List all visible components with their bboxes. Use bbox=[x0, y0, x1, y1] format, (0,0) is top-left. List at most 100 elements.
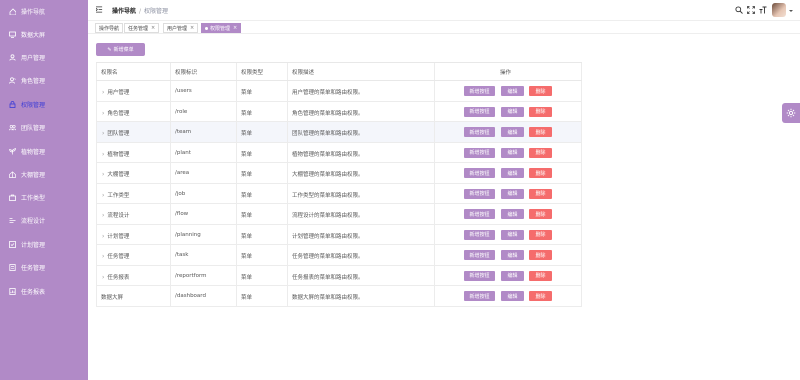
chevron-right-icon[interactable]: › bbox=[102, 110, 104, 117]
column-divider bbox=[170, 286, 171, 306]
sidebar-item[interactable]: 计划管理 bbox=[0, 233, 88, 256]
add-button-button[interactable]: 新增按钮 bbox=[464, 209, 495, 219]
chevron-right-icon[interactable]: › bbox=[102, 130, 104, 137]
column-divider bbox=[96, 183, 97, 203]
cell-type: 菜单 bbox=[241, 172, 253, 178]
sidebar-item[interactable]: 用户管理 bbox=[0, 46, 88, 69]
column-divider bbox=[287, 101, 288, 121]
breadcrumb-item[interactable]: 操作导航 bbox=[112, 8, 136, 15]
sidebar-item[interactable]: 植物管理 bbox=[0, 140, 88, 163]
edit-button[interactable]: 编辑 bbox=[501, 291, 524, 301]
edit-button[interactable]: 编辑 bbox=[501, 270, 524, 281]
chevron-right-icon[interactable]: › bbox=[102, 233, 104, 240]
cell-type: 菜单 bbox=[241, 254, 253, 260]
delete-button[interactable]: 删除 bbox=[529, 147, 552, 158]
delete-button[interactable]: 删除 bbox=[529, 86, 552, 96]
monitor-icon bbox=[8, 31, 16, 39]
delete-button[interactable]: 删除 bbox=[529, 188, 552, 199]
tag-label: 任务管理 bbox=[128, 25, 149, 32]
edit-button[interactable]: 编辑 bbox=[501, 168, 524, 178]
chevron-right-icon[interactable]: › bbox=[102, 151, 104, 158]
tag-item[interactable]: 权限管理 × bbox=[201, 23, 242, 33]
column-divider bbox=[434, 81, 435, 101]
avatar[interactable] bbox=[772, 3, 786, 17]
edit-button[interactable]: 编辑 bbox=[501, 250, 524, 260]
font-size-icon[interactable] bbox=[759, 6, 767, 14]
column-divider bbox=[581, 224, 582, 244]
add-button-button[interactable]: 新增按钮 bbox=[464, 291, 495, 301]
column-header-name: 权限名 bbox=[101, 70, 118, 76]
sidebar-item[interactable]: 大棚管理 bbox=[0, 163, 88, 186]
edit-button[interactable]: 编辑 bbox=[501, 229, 524, 240]
delete-button[interactable]: 删除 bbox=[529, 291, 552, 301]
breadcrumb: 操作导航 / 权限管理 bbox=[112, 6, 168, 15]
add-button-button[interactable]: 新增按钮 bbox=[464, 250, 495, 260]
sidebar-item[interactable]: 权限管理 bbox=[0, 93, 88, 116]
table-row: › 计划管理/planning 菜单 计划管理的菜单和路由权限。 新增按钮 编辑 删除 bbox=[96, 224, 582, 245]
sidebar-item[interactable]: 任务报表 bbox=[0, 280, 88, 303]
chevron-right-icon[interactable]: › bbox=[102, 192, 104, 199]
edit-button[interactable]: 编辑 bbox=[501, 86, 524, 96]
cell-desc: 用户管理的菜单和路由权限。 bbox=[292, 90, 364, 96]
add-button-button[interactable]: 新增按钮 bbox=[464, 147, 495, 158]
column-divider bbox=[434, 204, 435, 224]
sidebar-item-label: 权限管理 bbox=[21, 102, 46, 109]
sidebar-item[interactable]: 工作类型 bbox=[0, 186, 88, 209]
column-divider bbox=[236, 245, 237, 265]
settings-button[interactable] bbox=[782, 103, 800, 123]
sidebar-item[interactable]: 团队管理 bbox=[0, 116, 88, 139]
chevron-right-icon[interactable]: › bbox=[102, 89, 104, 96]
delete-button[interactable]: 删除 bbox=[529, 229, 552, 240]
sidebar-item-label: 数据大屏 bbox=[21, 32, 46, 39]
edit-button[interactable]: 编辑 bbox=[501, 209, 524, 219]
column-divider bbox=[236, 163, 237, 183]
home-icon bbox=[8, 8, 16, 16]
sidebar-item[interactable]: 任务管理 bbox=[0, 256, 88, 279]
add-button-button[interactable]: 新增按钮 bbox=[464, 168, 495, 178]
edit-icon: ✎ bbox=[107, 46, 112, 53]
edit-button[interactable]: 编辑 bbox=[501, 106, 524, 117]
search-icon[interactable] bbox=[735, 6, 743, 14]
chevron-down-icon[interactable] bbox=[789, 10, 793, 12]
menu-toggle-icon[interactable] bbox=[96, 6, 103, 13]
add-menu-button[interactable]: ✎ 新增菜单 bbox=[96, 43, 145, 56]
cell-type: 菜单 bbox=[241, 295, 253, 301]
add-button-button[interactable]: 新增按钮 bbox=[464, 270, 495, 281]
delete-button[interactable]: 删除 bbox=[529, 209, 552, 219]
edit-button[interactable]: 编辑 bbox=[501, 147, 524, 158]
cell-key: /job bbox=[175, 190, 186, 197]
sidebar-item[interactable]: 操作导航 bbox=[0, 0, 88, 23]
delete-button[interactable]: 删除 bbox=[529, 106, 552, 117]
close-icon[interactable]: × bbox=[190, 25, 194, 31]
permission-name: 植物管理 bbox=[107, 151, 130, 158]
delete-button[interactable]: 删除 bbox=[529, 127, 552, 137]
edit-button[interactable]: 编辑 bbox=[501, 127, 524, 137]
tag-item[interactable]: 用户管理 × bbox=[163, 23, 199, 33]
sidebar-item[interactable]: 角色管理 bbox=[0, 69, 88, 92]
sidebar-item[interactable]: 数据大屏 bbox=[0, 23, 88, 46]
tags-view: 操作导航 任务管理 × 用户管理 × 权限管理 × bbox=[88, 20, 800, 34]
chevron-right-icon[interactable]: › bbox=[102, 253, 104, 260]
close-icon[interactable]: × bbox=[233, 25, 237, 31]
column-divider bbox=[434, 224, 435, 244]
sidebar-item-label: 任务管理 bbox=[21, 265, 46, 272]
delete-button[interactable]: 删除 bbox=[529, 168, 552, 178]
add-button-button[interactable]: 新增按钮 bbox=[464, 106, 495, 117]
delete-button[interactable]: 删除 bbox=[529, 250, 552, 260]
chevron-right-icon[interactable]: › bbox=[102, 274, 104, 281]
edit-button[interactable]: 编辑 bbox=[501, 188, 524, 199]
delete-button[interactable]: 删除 bbox=[529, 270, 552, 281]
sidebar-item[interactable]: 流程设计 bbox=[0, 209, 88, 232]
chevron-right-icon[interactable]: › bbox=[102, 212, 104, 219]
team-icon bbox=[8, 124, 16, 132]
add-button-button[interactable]: 新增按钮 bbox=[464, 127, 495, 137]
close-icon[interactable]: × bbox=[151, 25, 155, 31]
add-button-button[interactable]: 新增按钮 bbox=[464, 229, 495, 240]
tag-item[interactable]: 任务管理 × bbox=[124, 23, 160, 33]
add-button-button[interactable]: 新增按钮 bbox=[464, 188, 495, 199]
tag-item[interactable]: 操作导航 bbox=[95, 23, 124, 33]
fullscreen-icon[interactable] bbox=[747, 6, 755, 14]
chevron-right-icon[interactable]: › bbox=[102, 171, 104, 178]
add-button-button[interactable]: 新增按钮 bbox=[464, 86, 495, 96]
task-icon bbox=[8, 264, 16, 272]
